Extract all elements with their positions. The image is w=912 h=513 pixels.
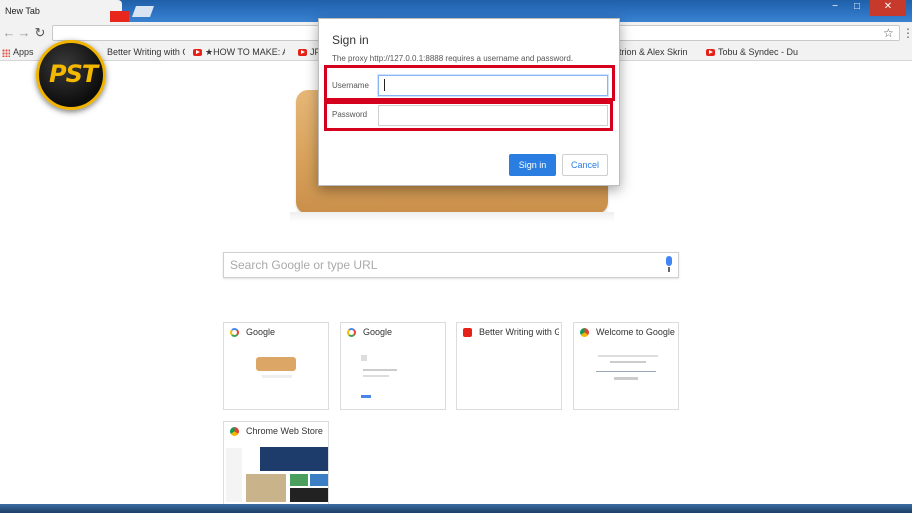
channel-logo: PST [36,40,106,110]
dialog-title: Sign in [332,33,369,47]
tile-thumbnail [351,343,435,405]
tile-title: Welcome to Google C [596,327,676,337]
reload-icon[interactable]: ↻ [33,25,47,41]
youtube-icon [298,49,307,57]
os-taskbar [0,504,912,513]
tab-title: New Tab [5,6,40,16]
youtube-icon [706,49,715,57]
sign-in-button[interactable]: Sign in [509,154,556,176]
youtube-icon [463,328,472,337]
doodle-shadow [290,212,614,222]
most-visited-tile[interactable]: Google [223,322,329,410]
bookmark-better-writing[interactable]: Better Writing with G [107,46,185,59]
google-favicon-icon [347,328,356,337]
tile-title: Chrome Web Store [246,426,323,436]
most-visited-tile[interactable]: Google [340,322,446,410]
bookmark-how-to-make[interactable]: ★HOW TO MAKE: Ac [193,46,285,59]
bookmark-distrion[interactable]: Distrion & Alex Skrin [606,46,700,59]
most-visited-tile[interactable]: Better Writing with Gr [456,322,562,410]
bookmark-jp[interactable]: JP [298,46,320,59]
youtube-icon [193,49,202,57]
bookmark-tobu[interactable]: Tobu & Syndec - Du [706,46,802,59]
bookmark-star-icon[interactable]: ☆ [883,25,897,41]
google-favicon-icon [230,328,239,337]
minimize-button[interactable]: − [826,0,844,16]
tile-title: Google [246,327,276,337]
most-visited-tile[interactable]: Welcome to Google C [573,322,679,410]
forward-arrow-icon[interactable]: → [17,25,31,41]
password-highlight-box [324,101,613,131]
maximize-button[interactable]: □ [848,0,866,16]
tab-new-tab[interactable]: New Tab [0,0,122,22]
apps-icon [2,48,10,57]
username-highlight-box [324,65,615,101]
search-placeholder: Search Google or type URL [230,258,378,272]
dialog-message: The proxy http://127.0.0.1:8888 requires… [332,54,574,63]
most-visited-tile[interactable]: Chrome Web Store [223,421,329,505]
bookmark-apps[interactable]: Apps [2,46,34,59]
close-window-button[interactable]: ✕ [870,0,906,16]
tile-title: Better Writing with Gr [479,327,559,337]
tile-thumbnail [224,444,328,504]
tile-thumbnail [234,343,318,405]
back-arrow-icon[interactable]: ← [2,25,16,41]
microphone-icon[interactable] [664,256,674,272]
tile-title: Google [363,327,393,337]
tile-thumbnail [584,343,668,405]
chrome-icon [230,427,239,436]
chrome-icon [580,328,589,337]
menu-icon[interactable]: ⋮ [902,25,912,41]
cancel-button[interactable]: Cancel [562,154,608,176]
